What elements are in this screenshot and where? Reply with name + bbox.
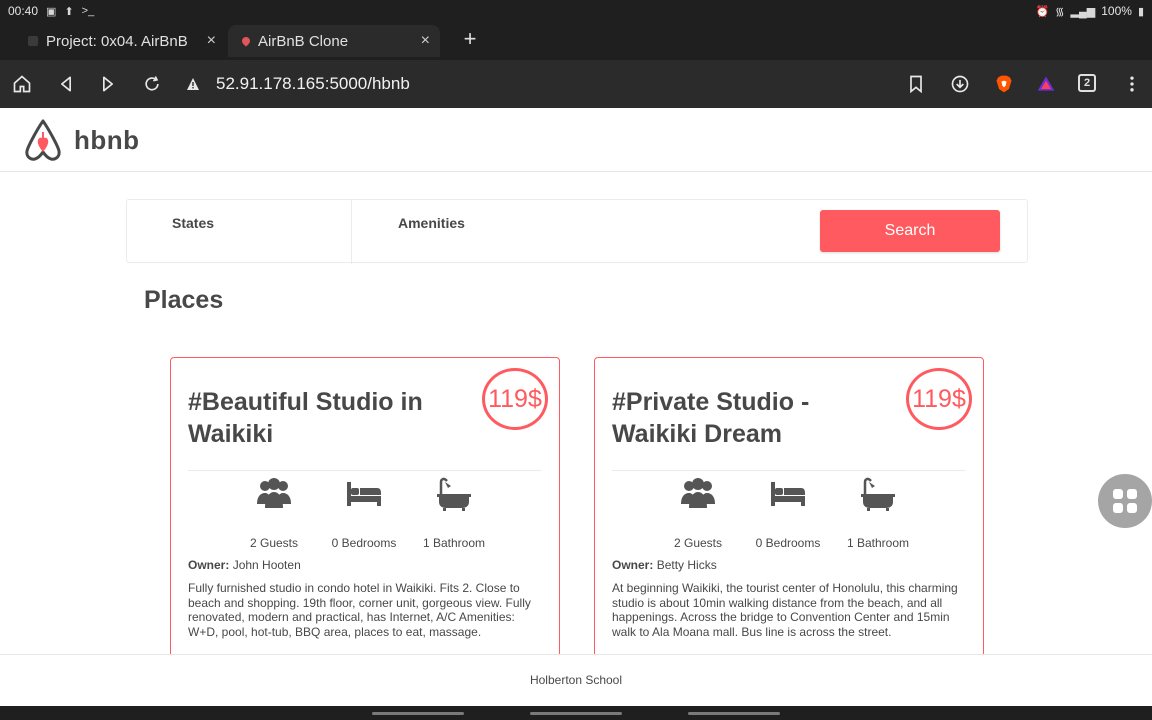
owner-info: Owner: Betty Hicks: [612, 558, 717, 572]
reload-icon[interactable]: [140, 72, 164, 96]
amenities-filter[interactable]: Amenities: [353, 200, 578, 264]
favicon-icon: [28, 36, 38, 46]
battery-level: 100%: [1101, 4, 1132, 18]
bathrooms-info: 1 Bathroom: [828, 476, 928, 550]
status-bar: 00:40 ▣ ⬆ >_ ⏰ ᯾ ▂▄▆ 100% ▮: [0, 0, 1152, 22]
forward-icon[interactable]: [96, 72, 120, 96]
place-description: Fully furnished studio in condo hotel in…: [188, 581, 531, 639]
new-tab-button[interactable]: +: [456, 26, 484, 54]
airbnb-logo-icon: [25, 119, 61, 161]
filters-section: States Amenities Search: [126, 199, 1028, 264]
upload-icon: ⬆: [64, 5, 74, 18]
place-card: #Beautiful Studio in Waikiki 119$ 2 Gues…: [170, 357, 560, 657]
alarm-icon: ⏰: [1035, 5, 1050, 18]
nav-back[interactable]: [688, 712, 780, 715]
bathtub-icon: [437, 477, 471, 511]
battery-icon: ▮: [1137, 5, 1144, 18]
tab-strip: Project: 0x04. AirBnB × AirBnB Clone × +: [0, 22, 1152, 60]
place-card: #Private Studio - Waikiki Dream 119$ 2 G…: [594, 357, 984, 657]
bathrooms-label: 1 Bathroom: [846, 536, 910, 550]
divider: [612, 470, 966, 471]
address-bar[interactable]: 52.91.178.165:5000/hbnb: [176, 68, 888, 100]
bathrooms-info: 1 Bathroom: [404, 476, 504, 550]
bathrooms-label: 1 Bathroom: [422, 536, 486, 550]
tab-switcher-button[interactable]: 2: [1078, 74, 1096, 92]
bed-icon: [771, 482, 805, 506]
system-nav-bar: [0, 706, 1152, 720]
guests-info: 2 Guests: [224, 476, 324, 550]
url-text[interactable]: 52.91.178.165:5000/hbnb: [216, 74, 410, 94]
brave-shield-icon[interactable]: [992, 72, 1016, 96]
states-title: States: [172, 215, 215, 231]
bedrooms-label: 0 Bedrooms: [331, 536, 397, 550]
tab-title: Project: 0x04. AirBnB: [46, 32, 188, 50]
web-page: hbnb States Amenities Search Places #Bea…: [0, 108, 1152, 706]
nav-recents[interactable]: [372, 712, 464, 715]
users-icon: [257, 478, 291, 508]
bed-icon: [347, 482, 381, 506]
place-name: #Beautiful Studio in Waikiki: [188, 388, 423, 448]
amenities-title: Amenities: [398, 215, 465, 231]
site-logo[interactable]: hbnb: [22, 118, 140, 162]
nav-home[interactable]: [530, 712, 622, 715]
close-icon[interactable]: ×: [421, 32, 430, 50]
photo-icon: ▣: [46, 5, 57, 18]
guests-info: 2 Guests: [648, 476, 748, 550]
tab-airbnb-clone[interactable]: AirBnB Clone ×: [228, 25, 440, 57]
owner-label: Owner:: [188, 558, 230, 572]
users-icon: [681, 478, 715, 508]
tab-project[interactable]: Project: 0x04. AirBnB ×: [14, 25, 226, 57]
guests-label: 2 Guests: [673, 536, 723, 550]
guests-label: 2 Guests: [249, 536, 299, 550]
menu-icon[interactable]: [1120, 72, 1144, 96]
owner-info: Owner: John Hooten: [188, 558, 301, 572]
brave-rewards-icon[interactable]: [1034, 72, 1058, 96]
browser-toolbar: 52.91.178.165:5000/hbnb 2: [0, 60, 1152, 108]
states-filter[interactable]: States: [127, 200, 352, 264]
owner-label: Owner:: [612, 558, 654, 572]
floating-apps-button[interactable]: [1098, 474, 1152, 528]
bedrooms-info: 0 Bedrooms: [314, 476, 414, 550]
search-button[interactable]: Search: [820, 210, 1000, 252]
logo-text: hbnb: [74, 124, 140, 155]
status-time: 00:40: [8, 4, 39, 18]
places-title: Places: [144, 286, 224, 314]
close-icon[interactable]: ×: [207, 32, 216, 50]
site-header: hbnb: [0, 108, 1152, 172]
bedrooms-info: 0 Bedrooms: [738, 476, 838, 550]
wifi-icon: ᯾: [1055, 5, 1065, 18]
owner-name: John Hooten: [232, 558, 301, 572]
divider: [188, 470, 542, 471]
footer-text: Holberton School: [529, 673, 623, 687]
tab-title: AirBnB Clone: [258, 32, 349, 50]
download-icon[interactable]: [948, 72, 972, 96]
bookmark-icon[interactable]: [904, 72, 928, 96]
site-footer: Holberton School: [0, 654, 1152, 706]
bathtub-icon: [861, 477, 895, 511]
back-icon[interactable]: [54, 72, 78, 96]
airbnb-favicon-icon: [240, 35, 252, 47]
place-description: At beginning Waikiki, the tourist center…: [612, 581, 958, 639]
home-icon[interactable]: [10, 72, 34, 96]
price-badge: 119$: [482, 368, 548, 430]
terminal-icon: >_: [81, 5, 95, 17]
grid-icon: [1113, 489, 1137, 513]
place-name: #Private Studio - Waikiki Dream: [612, 388, 810, 448]
signal-icon: ▂▄▆: [1070, 5, 1096, 18]
owner-name: Betty Hicks: [656, 558, 717, 572]
price-badge: 119$: [906, 368, 972, 430]
warning-icon[interactable]: [186, 77, 200, 91]
bedrooms-label: 0 Bedrooms: [755, 536, 821, 550]
